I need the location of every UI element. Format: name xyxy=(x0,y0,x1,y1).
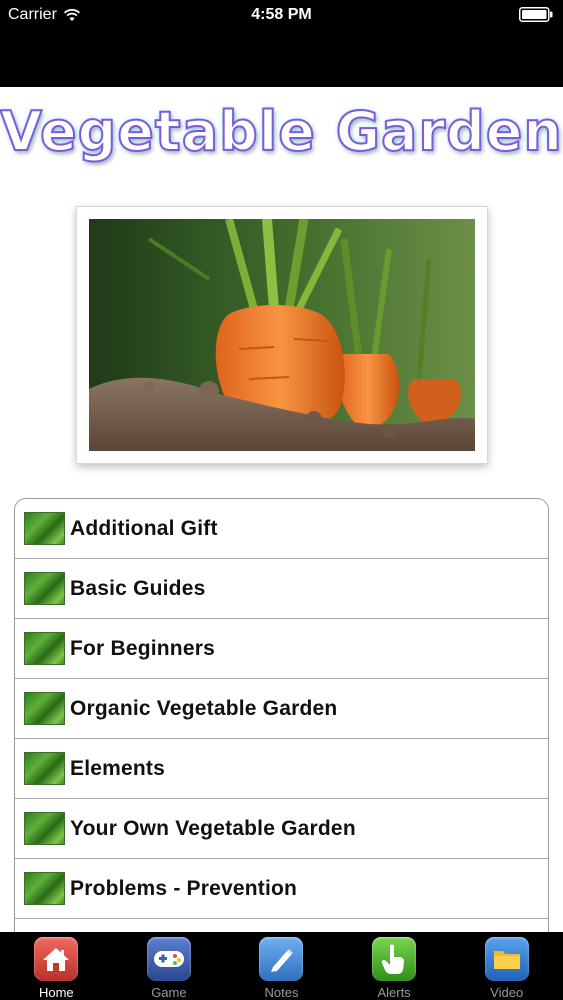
gamepad-icon xyxy=(146,937,191,981)
tab-alerts[interactable]: Alerts xyxy=(338,932,450,1000)
tab-home[interactable]: Home xyxy=(0,932,112,1000)
garden-thumbnail-icon xyxy=(24,512,65,545)
list-item-label: Additional Gift xyxy=(70,516,218,540)
tab-notes[interactable]: Notes xyxy=(225,932,337,1000)
status-time: 4:58 PM xyxy=(251,6,312,23)
list-item-problems-prevention[interactable]: Problems - Prevention xyxy=(15,859,548,919)
tab-label: Notes xyxy=(264,985,299,1000)
list-item-basic-guides[interactable]: Basic Guides xyxy=(15,559,548,619)
status-bar: Carrier 4:58 PM xyxy=(0,0,563,87)
app-title: Vegetable Garden xyxy=(0,99,563,164)
list-item-elements[interactable]: Elements xyxy=(15,739,548,799)
list-item-label: For Beginners xyxy=(70,636,215,660)
tab-label: Video xyxy=(490,985,524,1000)
house-icon xyxy=(34,937,79,981)
tab-bar: Home Game Notes Alerts Video xyxy=(0,932,563,1000)
tab-game[interactable]: Game xyxy=(113,932,225,1000)
battery-icon xyxy=(519,7,553,22)
tab-label: Game xyxy=(151,985,187,1000)
garden-thumbnail-icon xyxy=(24,572,65,605)
list-item-label: Your Own Vegetable Garden xyxy=(70,816,356,840)
garden-thumbnail-icon xyxy=(24,752,65,785)
menu-list: Additional Gift Basic Guides For Beginne… xyxy=(14,498,549,938)
list-item-additional-gift[interactable]: Additional Gift xyxy=(15,499,548,559)
pen-icon xyxy=(259,937,304,981)
list-item-label: Basic Guides xyxy=(70,576,206,600)
garden-thumbnail-icon xyxy=(24,812,65,845)
list-item-your-own-vegetable-garden[interactable]: Your Own Vegetable Garden xyxy=(15,799,548,859)
garden-thumbnail-icon xyxy=(24,872,65,905)
list-item-label: Elements xyxy=(70,756,165,780)
tab-label: Home xyxy=(38,985,74,1000)
list-item-label: Problems - Prevention xyxy=(70,876,298,900)
header-photo-frame xyxy=(76,206,488,464)
list-item-organic-vegetable-garden[interactable]: Organic Vegetable Garden xyxy=(15,679,548,739)
garden-thumbnail-icon xyxy=(24,632,65,665)
tab-label: Alerts xyxy=(377,985,411,1000)
list-item-for-beginners[interactable]: For Beginners xyxy=(15,619,548,679)
list-item-label: Organic Vegetable Garden xyxy=(70,696,338,720)
folder-icon xyxy=(484,937,529,981)
carrot-photo xyxy=(89,219,475,451)
hand-pointer-icon xyxy=(372,937,417,981)
tab-video[interactable]: Video xyxy=(451,932,563,1000)
garden-thumbnail-icon xyxy=(24,692,65,725)
